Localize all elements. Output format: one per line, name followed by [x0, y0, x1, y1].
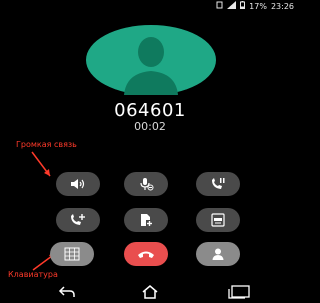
- speaker-annotation-arrow: [31, 151, 51, 177]
- status-bar: 17% 23:26: [0, 0, 300, 13]
- home-icon[interactable]: [141, 284, 159, 303]
- status-bar-right: 17% 23:26: [216, 0, 294, 13]
- recent-apps-icon[interactable]: [228, 284, 250, 303]
- end-call-icon: [138, 251, 154, 258]
- avatar-silhouette-icon: [86, 25, 216, 95]
- microphone-muted-icon: [140, 178, 154, 191]
- speaker-annotation-label: Громкая связь: [16, 140, 77, 149]
- contact-icon: [212, 248, 224, 260]
- speaker-icon: [71, 179, 85, 189]
- add-call-button[interactable]: [56, 208, 100, 232]
- keypad-button[interactable]: [50, 242, 94, 266]
- record-button[interactable]: [196, 208, 240, 232]
- signal-icon: [227, 0, 237, 13]
- call-duration: 00:02: [134, 120, 166, 133]
- document-add-icon: [141, 214, 153, 227]
- keypad-icon: [64, 247, 80, 261]
- record-icon: [211, 213, 225, 227]
- speaker-button[interactable]: [56, 172, 100, 196]
- add-call-icon: [71, 214, 85, 225]
- status-time: 23:26: [270, 2, 294, 11]
- notification-icon: [216, 0, 223, 13]
- navigation-bar: [0, 282, 300, 300]
- mute-button[interactable]: [124, 172, 168, 196]
- back-icon[interactable]: [58, 284, 76, 303]
- end-call-button[interactable]: [124, 242, 168, 266]
- battery-percent: 17%: [249, 2, 267, 11]
- add-file-button[interactable]: [124, 208, 168, 232]
- battery-icon: [240, 0, 246, 13]
- hold-button[interactable]: [196, 172, 240, 196]
- contacts-button[interactable]: [196, 242, 240, 266]
- caller-number: 064601: [114, 100, 186, 121]
- contact-avatar: [86, 25, 216, 95]
- phone-pause-icon: [212, 178, 225, 189]
